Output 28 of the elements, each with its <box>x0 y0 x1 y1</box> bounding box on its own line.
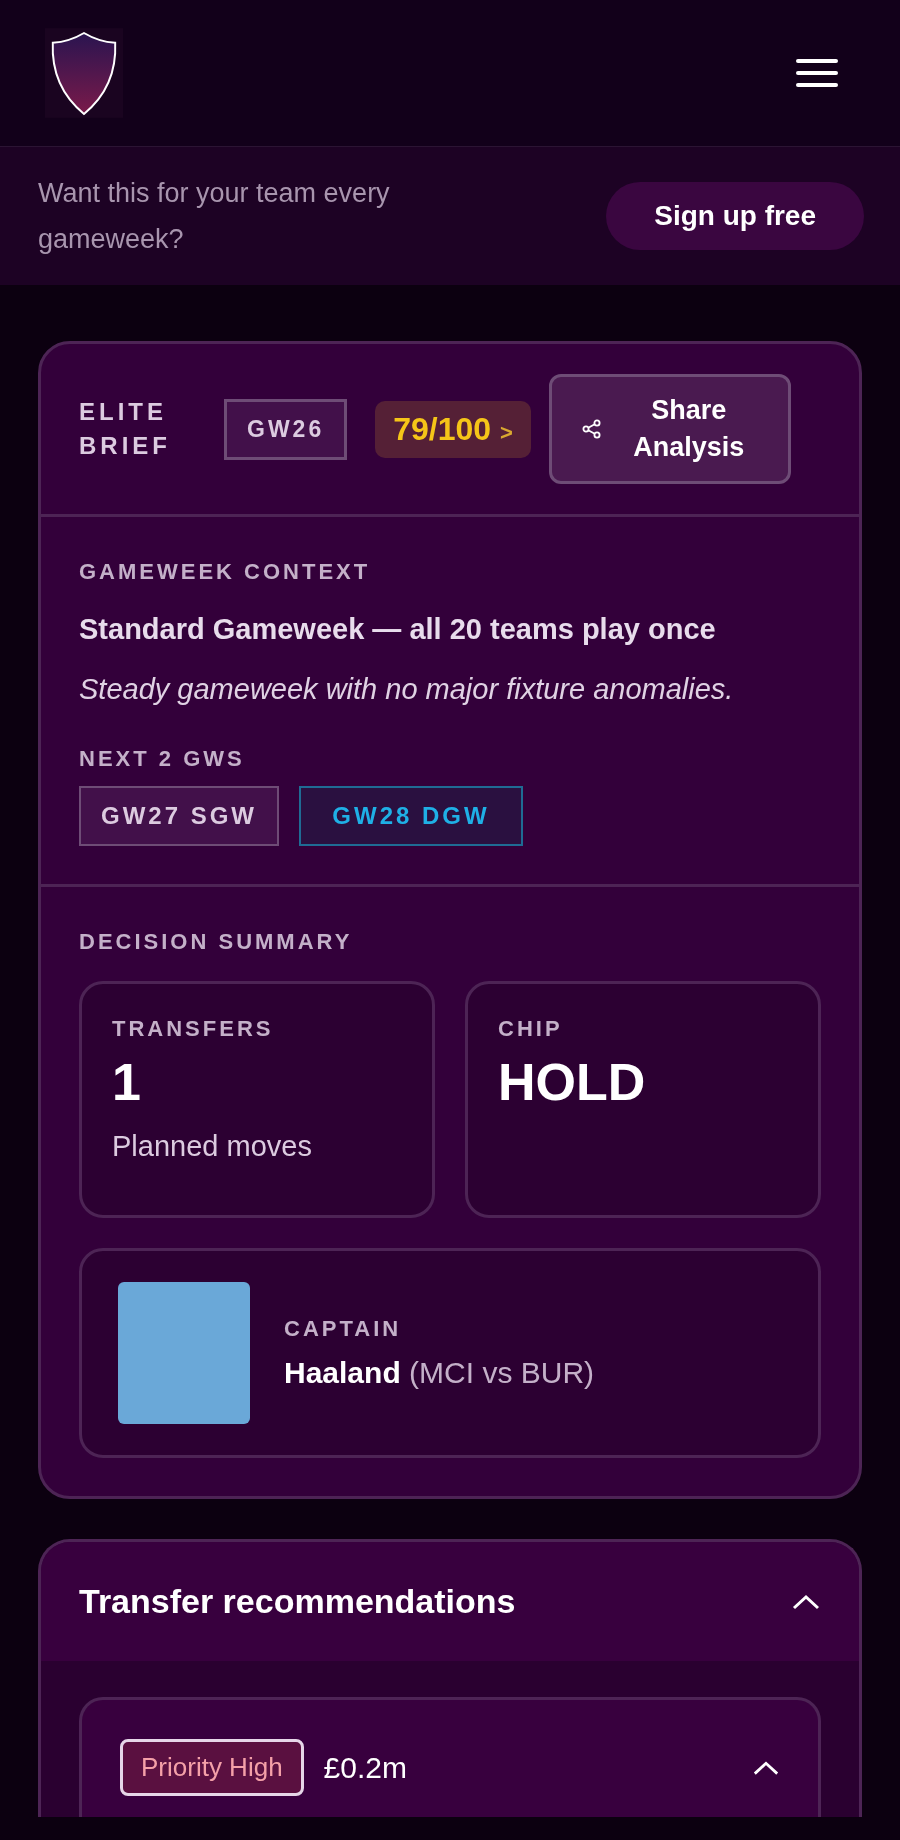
banner-text: Want this for your team every gameweek? <box>38 177 391 256</box>
gameweek-chip: GW28 DGW <box>299 786 523 846</box>
section-label: DECISION SUMMARY <box>79 929 354 955</box>
share-icon <box>581 419 602 439</box>
cost-text: £0.2m <box>323 1750 408 1785</box>
share-button[interactable]: Share Analysis <box>548 374 791 484</box>
signup-button[interactable]: Sign up free <box>606 182 864 250</box>
priority-badge: Priority High <box>120 1739 304 1796</box>
transfers-count: 1 <box>112 1052 142 1112</box>
chip-value: HOLD <box>498 1052 647 1112</box>
panel-label: TRANSFERS <box>112 1016 275 1042</box>
menu-icon[interactable] <box>796 59 838 87</box>
context-note: Steady gameweek with no major fixture anomalies. <box>79 672 735 707</box>
chevron-icon[interactable] <box>791 1592 821 1611</box>
section-title: Transfer recommendations <box>79 1582 516 1621</box>
panel-caption: Planned moves <box>112 1130 313 1163</box>
context-headline: Standard Gameweek — all 20 teams play once <box>79 613 717 646</box>
gameweek-tag: GW26 <box>224 398 348 460</box>
section-label: GAMEWEEK CONTEXT <box>79 559 372 585</box>
score-button[interactable]: 79/100 > <box>375 400 531 458</box>
captain-fixture: (MCI vs BUR) <box>409 1356 595 1389</box>
section-label: NEXT 2 GWS <box>79 746 246 772</box>
gameweek-chip: GW27 SGW <box>79 786 279 846</box>
brief-title: ELITE BRIEF <box>79 397 172 461</box>
captain-name: Haaland <box>284 1356 401 1389</box>
panel-label: CAPTAIN <box>284 1316 403 1342</box>
panel-label: CHIP <box>498 1016 564 1042</box>
shield-logo[interactable] <box>45 28 123 118</box>
